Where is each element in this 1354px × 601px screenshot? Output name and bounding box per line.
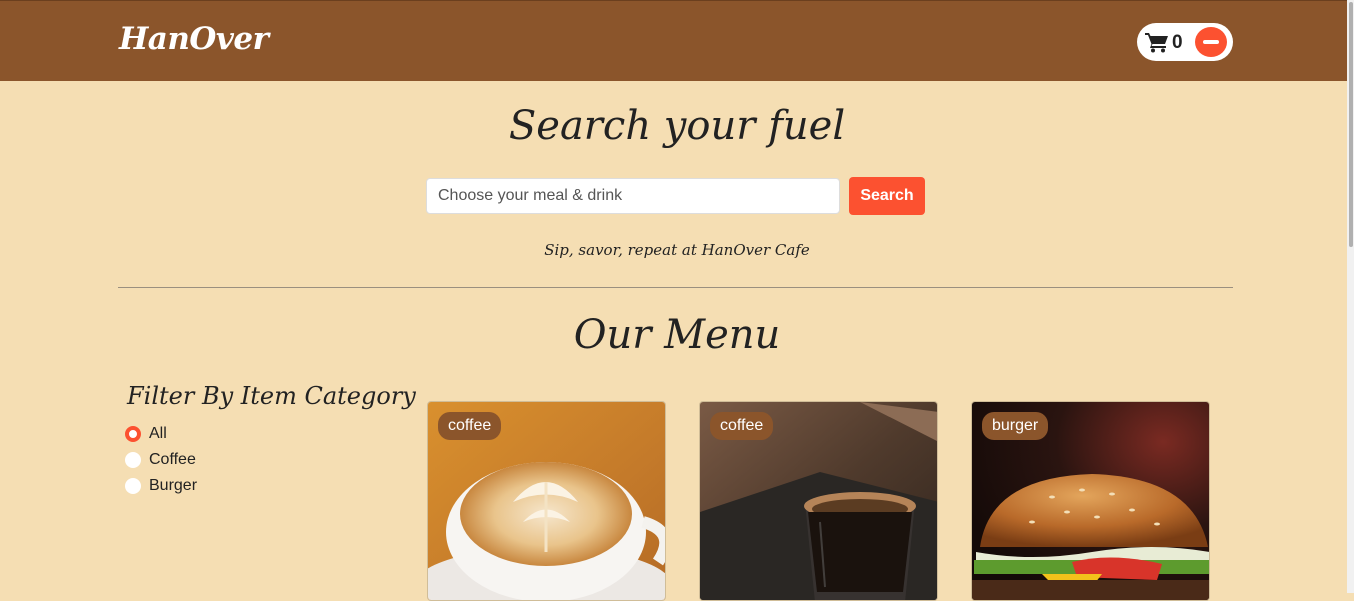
radio-button[interactable] bbox=[125, 452, 141, 468]
search-input[interactable] bbox=[426, 178, 840, 214]
minus-icon bbox=[1203, 40, 1219, 44]
radio-button[interactable] bbox=[125, 478, 141, 494]
filter-title: Filter By Item Category bbox=[127, 382, 416, 410]
menu-title: Our Menu bbox=[573, 312, 781, 358]
category-badge: burger bbox=[982, 412, 1049, 440]
search-button[interactable]: Search bbox=[849, 177, 925, 215]
menu-item-card[interactable]: burger bbox=[971, 401, 1210, 601]
filter-label: Coffee bbox=[149, 451, 196, 468]
tagline: Sip, savor, repeat at HanOver Cafe bbox=[544, 241, 810, 259]
filter-label: All bbox=[149, 425, 167, 442]
menu-item-card[interactable]: coffee bbox=[427, 401, 666, 601]
remove-item-button[interactable] bbox=[1195, 27, 1227, 57]
filter-label: Burger bbox=[149, 477, 198, 494]
category-badge: coffee bbox=[438, 412, 502, 440]
brand-logo[interactable]: HanOver bbox=[119, 21, 269, 57]
cart-widget[interactable]: 0 bbox=[1137, 23, 1233, 61]
hero-title: Search your fuel bbox=[508, 103, 846, 149]
menu-item-card[interactable]: coffee bbox=[699, 401, 938, 601]
scrollbar-thumb[interactable] bbox=[1349, 2, 1353, 247]
category-badge: coffee bbox=[710, 412, 774, 440]
shopping-cart-icon[interactable] bbox=[1145, 32, 1169, 53]
navbar: HanOver 0 bbox=[0, 0, 1354, 81]
radio-button[interactable] bbox=[125, 426, 141, 442]
section-divider bbox=[118, 287, 1233, 288]
cart-count: 0 bbox=[1172, 32, 1183, 53]
